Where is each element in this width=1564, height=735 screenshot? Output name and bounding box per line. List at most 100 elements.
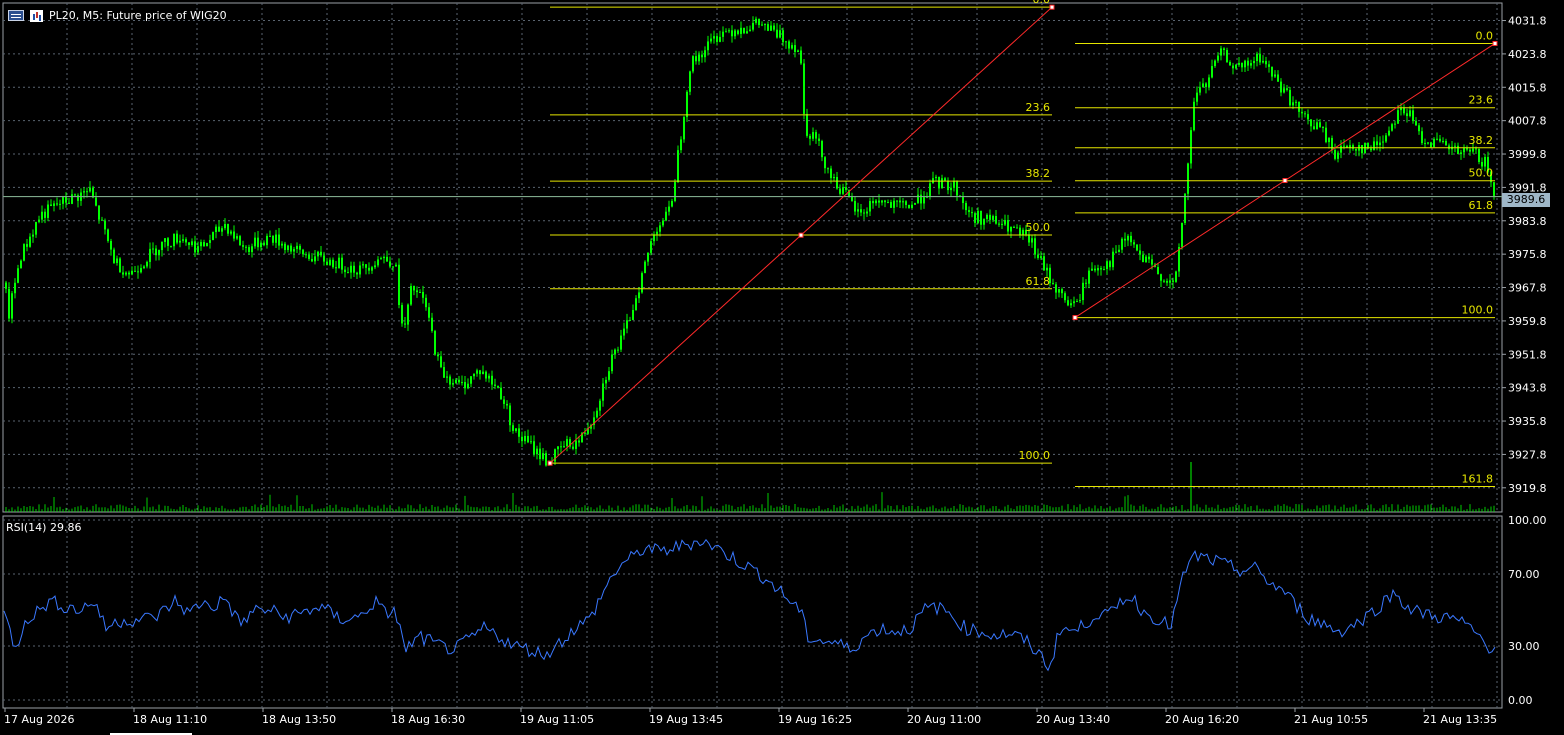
fibo-anchor-point[interactable] <box>1049 4 1055 10</box>
candle-body <box>215 226 217 233</box>
fibo-midpoint[interactable] <box>798 232 804 238</box>
candle-body <box>239 236 241 246</box>
candle-body <box>95 197 97 206</box>
candle-body <box>1091 268 1093 271</box>
candle-body <box>929 183 931 197</box>
candle-body <box>293 249 295 252</box>
candle-body <box>722 31 724 37</box>
candle-body <box>1454 145 1456 147</box>
candle-body <box>1391 124 1393 131</box>
candle-body <box>728 30 730 32</box>
candle-body <box>605 379 607 384</box>
candle-body <box>26 244 28 247</box>
candle-body <box>62 196 64 204</box>
candle-body <box>665 211 667 221</box>
fibo-level-label: 61.8 <box>1026 275 1051 288</box>
candle-body <box>1217 55 1219 61</box>
candle-body <box>149 248 151 262</box>
candle-body <box>638 292 640 299</box>
price-tick-label: 3975.8 <box>1508 248 1547 261</box>
candle-body <box>1127 235 1129 241</box>
candle-body <box>296 245 298 250</box>
candle-body <box>1175 271 1177 282</box>
candle-body <box>380 258 382 260</box>
candle-body <box>89 187 91 192</box>
candle-body <box>968 210 970 213</box>
candle-body <box>794 45 796 53</box>
candle-body <box>1244 60 1246 68</box>
candle-body <box>950 187 952 191</box>
candle-body <box>827 168 829 170</box>
candle-body <box>566 439 568 447</box>
fibo-midpoint[interactable] <box>1282 178 1288 184</box>
time-tick-label: 19 Aug 16:25 <box>778 713 852 726</box>
candle-body <box>47 204 49 218</box>
candle-body <box>668 206 670 212</box>
fibo-anchor-point[interactable] <box>1072 315 1078 321</box>
candle-body <box>431 317 433 331</box>
candle-body <box>485 371 487 379</box>
time-tick-label: 21 Aug 13:35 <box>1423 713 1497 726</box>
candle-body <box>689 71 691 92</box>
window-icon[interactable] <box>8 10 24 21</box>
candle-body <box>701 54 703 58</box>
fibo-anchor-point[interactable] <box>547 460 553 466</box>
candle-body <box>131 270 133 275</box>
candle-body <box>1463 148 1465 153</box>
candle-body <box>317 251 319 257</box>
time-tick-label: 19 Aug 13:45 <box>649 713 723 726</box>
candle-body <box>1100 268 1102 270</box>
candle-body <box>872 201 874 204</box>
candle-body <box>1118 249 1120 253</box>
candle-body <box>815 132 817 139</box>
candle-body <box>386 256 388 262</box>
chart-icon[interactable] <box>30 9 43 22</box>
candle-body <box>1205 83 1207 88</box>
candle-body <box>359 265 361 275</box>
candle-body <box>389 261 391 267</box>
candle-body <box>914 202 916 205</box>
candle-body <box>260 242 262 248</box>
candle-body <box>1388 130 1390 136</box>
candle-body <box>494 384 496 386</box>
candle-body <box>185 239 187 243</box>
candle-body <box>1430 142 1432 148</box>
candle-body <box>1103 269 1105 271</box>
candle-body <box>113 249 115 263</box>
candle-body <box>8 288 10 319</box>
candle-body <box>536 448 538 455</box>
candle-body <box>770 25 772 31</box>
candle-body <box>1211 66 1213 78</box>
candle-body <box>731 30 733 37</box>
candle-body <box>1133 242 1135 245</box>
candle-body <box>992 216 994 220</box>
candle-body <box>218 226 220 232</box>
candle-body <box>53 203 55 206</box>
candle-body <box>299 245 301 250</box>
candle-body <box>1403 107 1405 114</box>
candle-body <box>683 117 685 140</box>
candle-body <box>1220 48 1222 56</box>
candle-body <box>557 446 559 450</box>
candle-body <box>641 273 643 293</box>
candle-body <box>269 235 271 237</box>
candle-body <box>140 268 142 273</box>
candle-body <box>236 236 238 239</box>
candle-body <box>953 181 955 188</box>
candle-body <box>134 270 136 272</box>
candle-body <box>842 187 844 194</box>
candle-body <box>710 38 712 42</box>
candle-body <box>1475 148 1477 150</box>
candle-body <box>365 264 367 268</box>
chart-canvas[interactable]: 4031.84023.84015.84007.83999.83991.83983… <box>0 0 1564 735</box>
candle-body <box>1328 138 1330 143</box>
candle-body <box>437 354 439 357</box>
candle-body <box>110 240 112 250</box>
candle-body <box>749 29 751 32</box>
candle-body <box>98 205 100 220</box>
candle-body <box>455 379 457 384</box>
candle-body <box>995 216 997 224</box>
candle-body <box>1130 235 1132 243</box>
candle-body <box>650 241 652 253</box>
fibo-anchor-point[interactable] <box>1492 40 1498 46</box>
